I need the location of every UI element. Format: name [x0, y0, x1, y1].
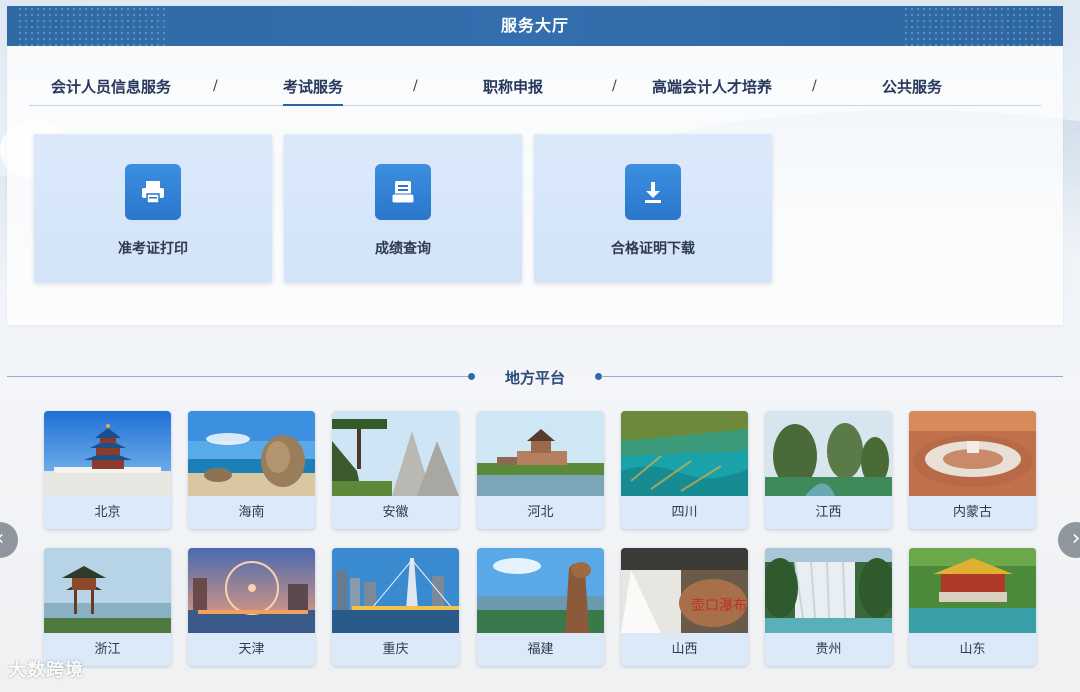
province-name: 安徽: [382, 505, 409, 520]
score-query-label: 成绩查询: [375, 241, 431, 257]
sichuan-image: [621, 411, 748, 496]
anhui-image: [332, 411, 459, 496]
province-tile-jiangxi[interactable]: 江西: [765, 411, 892, 529]
admit-card-print-card[interactable]: 准考证打印: [34, 134, 272, 282]
guizhou-image: [765, 548, 892, 633]
province-name: 海南: [238, 505, 265, 520]
province-tile-anhui[interactable]: 安徽: [332, 411, 459, 529]
province-tile-beijing[interactable]: 北京: [44, 411, 171, 529]
jiangxi-image: [765, 411, 892, 496]
carousel-prev-button[interactable]: ‹: [0, 522, 18, 558]
hainan-image: [188, 411, 315, 496]
local-platform-title: 地方平台: [504, 369, 565, 387]
certificate-download-label: 合格证明下载: [611, 241, 695, 257]
province-name: 北京: [94, 505, 121, 520]
shandong-image: [909, 548, 1036, 633]
fujian-image: [477, 548, 604, 633]
province-tile-guizhou[interactable]: 贵州: [765, 548, 892, 666]
province-name: 江西: [815, 505, 842, 520]
download-icon: [625, 164, 681, 220]
service-hall-panel: 服务大厅 会计人员信息服务 / 考试服务 / 职称申报 / 高端会计人才培养 /…: [7, 6, 1063, 325]
tab-public-service[interactable]: 公共服务: [882, 76, 942, 106]
tab-senior-talent[interactable]: 高端会计人才培养: [652, 76, 772, 106]
inner-mongolia-image: [909, 411, 1036, 496]
document-icon: [375, 164, 431, 220]
hebei-image: [477, 411, 604, 496]
province-name: 贵州: [815, 642, 842, 657]
chongqing-image: [332, 548, 459, 633]
svg-text:壶口瀑布: 壶口瀑布: [691, 598, 747, 614]
province-name: 天津: [238, 642, 265, 657]
province-name: 重庆: [382, 642, 409, 657]
province-name: 河北: [527, 505, 554, 520]
province-name: 山东: [959, 642, 986, 657]
tab-separator: /: [612, 78, 617, 94]
tab-exam-service[interactable]: 考试服务: [283, 76, 344, 106]
carousel-next-button[interactable]: ›: [1058, 522, 1080, 558]
printer-icon: [125, 164, 181, 220]
zhejiang-image: [44, 548, 171, 633]
province-tile-fujian[interactable]: 福建: [477, 548, 604, 666]
service-hall-title: 服务大厅: [500, 16, 569, 35]
province-tile-zhejiang[interactable]: 浙江: [44, 548, 171, 666]
province-tile-shandong[interactable]: 山东: [909, 548, 1036, 666]
province-tile-hainan[interactable]: 海南: [188, 411, 315, 529]
province-name: 福建: [527, 642, 554, 657]
admit-card-print-label: 准考证打印: [118, 241, 188, 257]
province-tile-shanxi[interactable]: 壶口瀑布 山西: [621, 548, 748, 666]
province-tile-chongqing[interactable]: 重庆: [332, 548, 459, 666]
province-name: 山西: [671, 642, 698, 657]
province-tile-hebei[interactable]: 河北: [477, 411, 604, 529]
local-platform-heading: 地方平台: [7, 366, 1063, 388]
score-query-card[interactable]: 成绩查询: [284, 134, 522, 282]
province-tile-tianjin[interactable]: 天津: [188, 548, 315, 666]
tianjin-image: [188, 548, 315, 633]
shanxi-image: 壶口瀑布: [621, 548, 748, 633]
tab-title-application[interactable]: 职称申报: [483, 76, 543, 106]
province-tile-sichuan[interactable]: 四川: [621, 411, 748, 529]
watermark-logo: 大数跨境: [8, 660, 84, 681]
certificate-download-card[interactable]: 合格证明下载: [534, 134, 772, 282]
tab-separator: /: [413, 78, 418, 94]
tab-separator: /: [213, 78, 218, 94]
service-hall-header: 服务大厅: [7, 6, 1063, 46]
province-tile-inner-mongolia[interactable]: 内蒙古: [909, 411, 1036, 529]
tab-accountant-info[interactable]: 会计人员信息服务: [51, 76, 171, 106]
province-name: 内蒙古: [952, 505, 992, 520]
beijing-image: [44, 411, 171, 496]
province-name: 四川: [671, 505, 698, 520]
service-tabs: 会计人员信息服务 / 考试服务 / 职称申报 / 高端会计人才培养 / 公共服务: [29, 72, 1041, 106]
tab-separator: /: [812, 78, 817, 94]
